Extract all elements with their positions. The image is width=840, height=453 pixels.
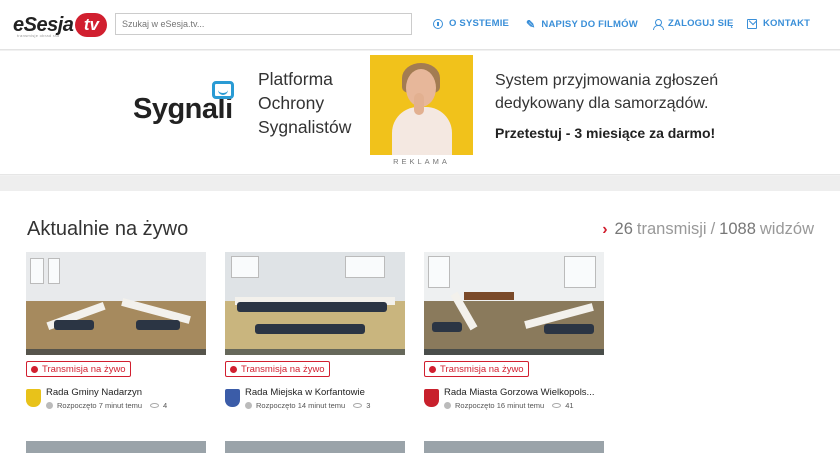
viewer-count: 3 — [366, 400, 371, 410]
divider-strip — [0, 176, 840, 191]
card-info: Rada Gminy Nadarzyn Rozpoczęto 7 minut t… — [26, 387, 206, 410]
nav-login[interactable]: ZALOGUJ SIĘ — [652, 18, 734, 30]
nav-subtitles-label: NAPISY DO FILMÓW — [541, 19, 638, 30]
eye-icon — [552, 402, 562, 408]
subtitles-icon: ✎ — [526, 19, 536, 31]
live-dot-icon — [230, 365, 237, 373]
stream-thumbnail[interactable] — [26, 252, 206, 355]
card-info: Rada Miejska w Korfantowie Rozpoczęto 14… — [225, 387, 405, 410]
council-name[interactable]: Rada Miejska w Korfantowie — [245, 387, 370, 398]
live-stats[interactable]: › 26 transmisji / 1088 widzów — [602, 220, 814, 239]
live-badge-label: Transmisja na żywo — [440, 363, 524, 375]
card-meta: Rozpoczęto 16 minut temu 41 — [444, 401, 594, 410]
viewers-label: widzów — [759, 220, 814, 238]
user-icon — [652, 18, 664, 30]
live-badge-label: Transmisja na żywo — [42, 363, 126, 375]
mail-icon — [747, 19, 757, 29]
stream-thumbnail[interactable] — [225, 441, 405, 453]
card-meta: Rozpoczęto 14 minut temu 3 — [245, 401, 370, 410]
stream-thumbnail[interactable] — [424, 441, 604, 453]
ad-photo — [370, 55, 473, 155]
crest-icon — [225, 388, 240, 407]
clock-icon — [46, 401, 53, 409]
card-meta: Rozpoczęto 7 minut temu 4 — [46, 401, 167, 410]
council-name[interactable]: Rada Gminy Nadarzyn — [46, 387, 167, 398]
nav-contact[interactable]: KONTAKT — [747, 18, 810, 29]
stats-separator: / — [710, 220, 716, 238]
nav-subtitles[interactable]: ✎ NAPISY DO FILMÓW — [526, 18, 638, 31]
nav-about-label: O SYSTEMIE — [449, 18, 510, 29]
ad-label: REKLAMA — [393, 157, 450, 166]
viewer-count: 41 — [565, 400, 574, 410]
top-header: eSesja tv transmisje obrad rad O SYSTEMI… — [0, 0, 840, 50]
crest-icon — [26, 388, 41, 407]
chat-bubble-icon — [212, 81, 234, 99]
council-name[interactable]: Rada Miasta Gorzowa Wielkopols... — [444, 387, 594, 398]
ad-banner[interactable]: Sygnali Platforma Ochrony Sygnalistów RE… — [0, 51, 840, 175]
stream-thumbnail[interactable] — [225, 252, 405, 355]
crest-icon — [424, 388, 439, 407]
live-badge: Transmisja na żywo — [424, 361, 529, 377]
viewer-count: 4 — [163, 400, 168, 410]
nav-contact-label: KONTAKT — [763, 18, 811, 29]
stream-thumbnail[interactable] — [424, 252, 604, 355]
nav-login-label: ZALOGUJ SIĘ — [668, 18, 734, 29]
stream-card[interactable]: Transmisja na żywo Rada Miejska w Korfan… — [225, 252, 405, 410]
eye-icon — [353, 402, 363, 408]
stream-thumbnail[interactable] — [26, 441, 206, 453]
stream-card[interactable]: Transmisja na żywo Rada Gminy Nadarzyn R… — [26, 252, 206, 410]
clock-icon — [444, 401, 451, 409]
clock-icon — [245, 401, 252, 409]
transmissions-label: transmisji — [636, 220, 707, 238]
live-badge: Transmisja na żywo — [26, 361, 131, 377]
search-input[interactable] — [115, 13, 412, 35]
ad-description: System przyjmowania zgłoszeń dedykowany … — [495, 72, 719, 112]
card-info: Rada Miasta Gorzowa Wielkopols... Rozpoc… — [424, 387, 604, 410]
viewers-count: 1088 — [719, 220, 756, 238]
chevron-right-icon: › — [602, 220, 608, 238]
live-dot-icon — [429, 365, 436, 373]
transmissions-count: 26 — [614, 220, 633, 238]
started-time: Rozpoczęto 14 minut temu — [256, 400, 346, 410]
live-badge-label: Transmisja na żywo — [241, 363, 325, 375]
live-section: Aktualnie na żywo › 26 transmisji / 1088… — [0, 191, 840, 453]
stream-card[interactable]: Transmisja na żywo Rada Miasta Gorzowa W… — [424, 252, 604, 410]
logo-subtitle: transmisje obrad rad — [17, 33, 60, 38]
started-time: Rozpoczęto 16 minut temu — [455, 400, 545, 410]
section-title: Aktualnie na żywo — [27, 218, 189, 240]
ad-cta[interactable]: Przetestuj - 3 miesiące za darmo! — [495, 125, 715, 141]
live-dot-icon — [31, 365, 38, 373]
live-badge: Transmisja na żywo — [225, 361, 330, 377]
started-time: Rozpoczęto 7 minut temu — [57, 400, 143, 410]
logo-badge: tv — [75, 13, 108, 37]
ad-tagline: Platforma Ochrony Sygnalistów — [258, 69, 352, 137]
nav-about[interactable]: O SYSTEMIE — [433, 18, 509, 29]
info-icon — [433, 18, 443, 29]
eye-icon — [150, 402, 160, 408]
